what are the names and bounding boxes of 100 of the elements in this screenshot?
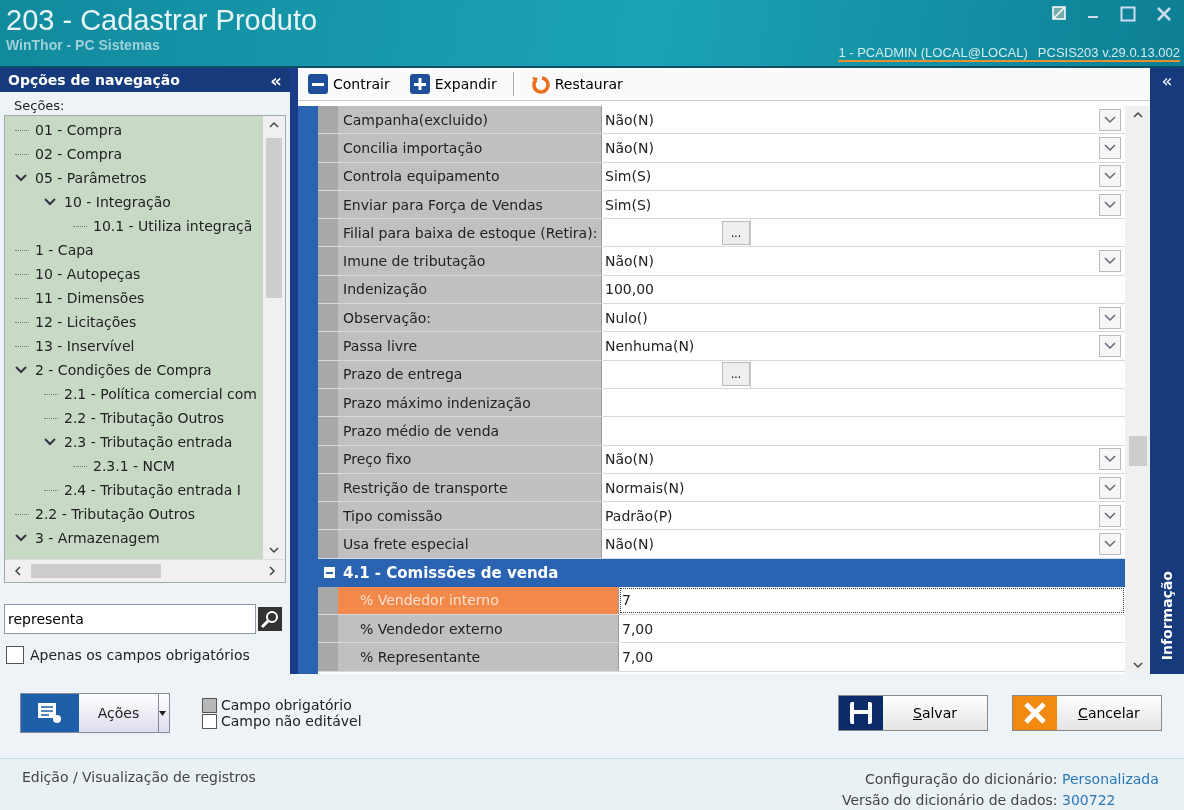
chevron-down-icon xyxy=(1104,143,1116,152)
save-button[interactable]: Salvar xyxy=(838,695,988,731)
horizontal-scrollbar[interactable] xyxy=(5,559,285,582)
tree-item[interactable]: 12 - Licitações xyxy=(35,314,137,330)
caret-icon xyxy=(159,710,166,716)
value-field[interactable]: 7,00 xyxy=(619,620,1125,637)
expand-icon[interactable] xyxy=(44,196,58,208)
scroll-right-icon[interactable] xyxy=(267,565,277,577)
value-field[interactable]: 7 xyxy=(619,592,1125,609)
info-panel-tab[interactable]: Informação xyxy=(1159,570,1175,660)
dropdown-button[interactable] xyxy=(1099,448,1121,471)
tree-item[interactable]: 2.2 - Tributação Outros xyxy=(35,506,196,522)
readonly-swatch xyxy=(202,713,217,729)
tree-item[interactable]: 10 - Autopeças xyxy=(35,266,141,282)
dropdown-button[interactable] xyxy=(1099,108,1121,131)
dropdown-value[interactable]: Normais(N) xyxy=(602,479,1099,496)
dropdown-button[interactable] xyxy=(1099,335,1121,357)
dropdown-button[interactable] xyxy=(1099,533,1121,556)
dropdown-button[interactable] xyxy=(1099,476,1121,499)
value-field[interactable]: 100,00 xyxy=(602,281,1125,298)
close-icon[interactable] xyxy=(1156,6,1172,22)
tree-item[interactable]: 10 - Integração xyxy=(64,194,171,210)
scroll-thumb[interactable] xyxy=(31,564,161,578)
collapse-icon[interactable] xyxy=(324,567,335,579)
legend-label: Campo não editável xyxy=(221,713,362,729)
search-field[interactable]: representa xyxy=(4,604,256,634)
cancel-button[interactable]: Cancelar xyxy=(1012,695,1162,731)
restore-button[interactable]: Restaurar xyxy=(525,72,627,96)
search-icon[interactable] xyxy=(258,607,282,631)
property-label[interactable]: % Representante xyxy=(338,643,619,671)
tree-item[interactable]: 13 - Inservível xyxy=(35,338,135,354)
property-label: Controla equipamento xyxy=(338,162,602,190)
expand-icon[interactable] xyxy=(15,172,29,184)
dropdown-value[interactable]: Não(N) xyxy=(602,139,1099,156)
property-label: Preço fixo xyxy=(338,445,602,473)
navigation-header: Opções de navegação « xyxy=(0,68,290,92)
dropdown-button[interactable] xyxy=(1099,136,1121,159)
maximize-icon[interactable] xyxy=(1120,6,1136,22)
tree-item[interactable]: 2.4 - Tributação entrada I xyxy=(64,482,241,498)
scrollbar[interactable] xyxy=(263,116,285,559)
row-indicator xyxy=(318,275,338,304)
tree-item[interactable]: 01 - Compra xyxy=(35,122,122,138)
dropdown-value[interactable]: Nulo() xyxy=(602,309,1099,326)
scrollbar[interactable] xyxy=(1125,106,1150,674)
scroll-thumb[interactable] xyxy=(1128,436,1147,466)
property-label: Prazo de entrega xyxy=(338,360,602,388)
dropdown-value[interactable]: Não(N) xyxy=(602,536,1099,553)
dropdown-button[interactable] xyxy=(1099,165,1121,188)
expand-icon[interactable] xyxy=(44,436,58,448)
property-label: Prazo máximo indenização xyxy=(338,388,602,417)
checkbox[interactable] xyxy=(6,646,24,664)
dropdown-value[interactable]: Não(N) xyxy=(602,111,1099,128)
tree-item[interactable]: 10.1 - Utiliza integraçã xyxy=(93,218,253,234)
dropdown-button[interactable] xyxy=(1099,306,1121,329)
actions-button[interactable]: Ações xyxy=(20,693,170,733)
expand-icon[interactable] xyxy=(15,532,29,544)
tree-item[interactable]: 2 - Condições de Compra xyxy=(35,362,212,378)
row-indicator xyxy=(318,332,338,360)
collapse-all-button[interactable]: Contrair xyxy=(304,72,394,96)
dropdown-value[interactable]: Sim(S) xyxy=(602,168,1099,185)
dropdown-button[interactable] xyxy=(1099,504,1121,527)
row-indicator xyxy=(318,106,338,134)
tree-item[interactable]: 11 - Dimensões xyxy=(35,290,145,306)
tree-item[interactable]: 3 - Armazenagem xyxy=(35,530,160,546)
app-name: WinThor - PC Sistemas xyxy=(6,37,161,53)
tree-item[interactable]: 2.1 - Política comercial com xyxy=(64,386,257,402)
scroll-thumb[interactable] xyxy=(266,138,282,298)
dropdown-button[interactable] xyxy=(1099,193,1121,216)
property-label: Filial para baixa de estoque (Retira): xyxy=(338,219,602,247)
chevron-down-icon xyxy=(1104,172,1116,181)
restore-icon[interactable] xyxy=(1052,6,1066,20)
lookup-button[interactable]: ... xyxy=(722,362,750,387)
tree-item[interactable]: 2.3.1 - NCM xyxy=(93,458,175,474)
dropdown-button[interactable] xyxy=(1099,250,1121,273)
collapse-button[interactable]: « xyxy=(1161,70,1173,91)
status-label: Configuração do dicionário: xyxy=(864,771,1058,787)
tree-item[interactable]: 2.3 - Tributação entrada xyxy=(64,434,233,450)
tree-item[interactable]: 05 - Parâmetros xyxy=(35,170,147,186)
expand-icon[interactable] xyxy=(15,364,29,376)
dropdown-value[interactable]: Não(N) xyxy=(602,253,1099,270)
dropdown-value[interactable]: Padrão(P) xyxy=(602,507,1099,524)
value-field[interactable]: 7,00 xyxy=(619,649,1125,665)
property-label: Prazo médio de venda xyxy=(338,417,602,445)
dropdown-value[interactable]: Não(N) xyxy=(602,451,1099,468)
chevron-down-icon xyxy=(1104,511,1116,520)
dropdown-value[interactable]: Nenhuma(N) xyxy=(602,338,1099,354)
status-value: 300722 xyxy=(1062,791,1117,810)
expand-all-button[interactable]: Expandir xyxy=(405,72,501,96)
section-header[interactable]: 4.1 - Comissões de venda xyxy=(318,558,1125,587)
lookup-button[interactable]: ... xyxy=(722,220,750,245)
cross-icon xyxy=(1023,701,1047,725)
collapse-button[interactable]: « xyxy=(270,69,282,91)
dropdown-value[interactable]: Sim(S) xyxy=(602,196,1099,213)
scroll-left-icon[interactable] xyxy=(13,565,23,577)
tree-item[interactable]: 02 - Compra xyxy=(35,146,122,162)
list-settings-icon xyxy=(21,694,79,732)
tree-item[interactable]: 2.2 - Tributação Outros xyxy=(64,410,225,426)
property-label[interactable]: % Vendedor externo xyxy=(338,615,619,643)
tree-item[interactable]: 1 - Capa xyxy=(35,242,94,258)
property-label: Observação: xyxy=(338,304,602,332)
